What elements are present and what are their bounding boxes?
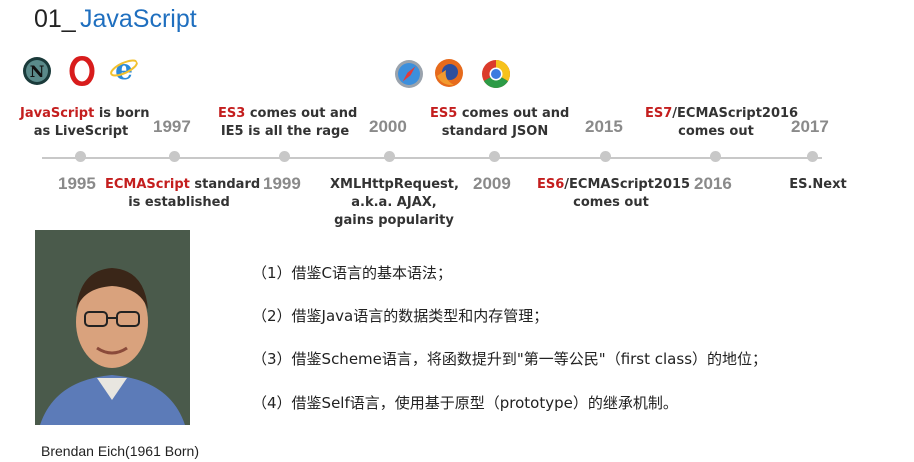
timeline-dot [279, 151, 290, 162]
timeline-dot [489, 151, 500, 162]
year-label: 2009 [473, 174, 511, 193]
safari-icon [395, 60, 423, 88]
firefox-icon [435, 59, 463, 87]
event-es5: ES5 comes out and standard JSON [430, 106, 570, 139]
feature-item: （3）借鉴Scheme语言，将函数提升到"第一等公民"（first class）… [252, 350, 768, 368]
year-label: 2016 [694, 174, 732, 193]
opera-icon [69, 56, 95, 86]
event-javascript-born: JavaScript is born as LiveScript [20, 106, 150, 139]
portrait-photo [35, 230, 190, 425]
netscape-icon: N [23, 57, 51, 85]
feature-item: （4）借鉴Self语言，使用基于原型（prototype）的继承机制。 [252, 394, 678, 412]
internet-explorer-icon: e [110, 54, 138, 84]
portrait-caption: Brendan Eich(1961 Born) [41, 443, 199, 459]
section-number: 01_ [34, 5, 76, 33]
year-label: 1995 [58, 174, 96, 193]
chrome-icon [482, 60, 510, 88]
timeline-line [42, 157, 822, 159]
page-title: JavaScript [80, 5, 197, 33]
person-illustration [35, 230, 190, 425]
event-es3: ES3 comes out and IE5 is all the rage [218, 106, 358, 139]
svg-text:N: N [30, 62, 45, 81]
event-es7: ES7/ECMAScript2016 comes out [645, 106, 799, 139]
year-label: 2015 [585, 117, 623, 136]
timeline-dot [384, 151, 395, 162]
timeline-dot [600, 151, 611, 162]
year-label: 2000 [369, 117, 407, 136]
year-label: 1999 [263, 174, 301, 193]
timeline-dot [710, 151, 721, 162]
event-ecmascript: ECMAScript standard is established [105, 177, 261, 210]
event-ajax: XMLHttpRequest, a.k.a. AJAX, gains popul… [330, 177, 459, 228]
timeline-dot [75, 151, 86, 162]
feature-item: （1）借鉴C语言的基本语法； [252, 264, 453, 282]
timeline-dot [807, 151, 818, 162]
event-esnext: ES.Next [789, 177, 847, 192]
svg-text:e: e [115, 54, 133, 84]
year-label: 1997 [153, 117, 191, 136]
feature-item: （2）借鉴Java语言的数据类型和内存管理； [252, 307, 549, 325]
event-es6: ES6/ECMAScript2015 comes out [537, 177, 691, 210]
timeline-dot [169, 151, 180, 162]
